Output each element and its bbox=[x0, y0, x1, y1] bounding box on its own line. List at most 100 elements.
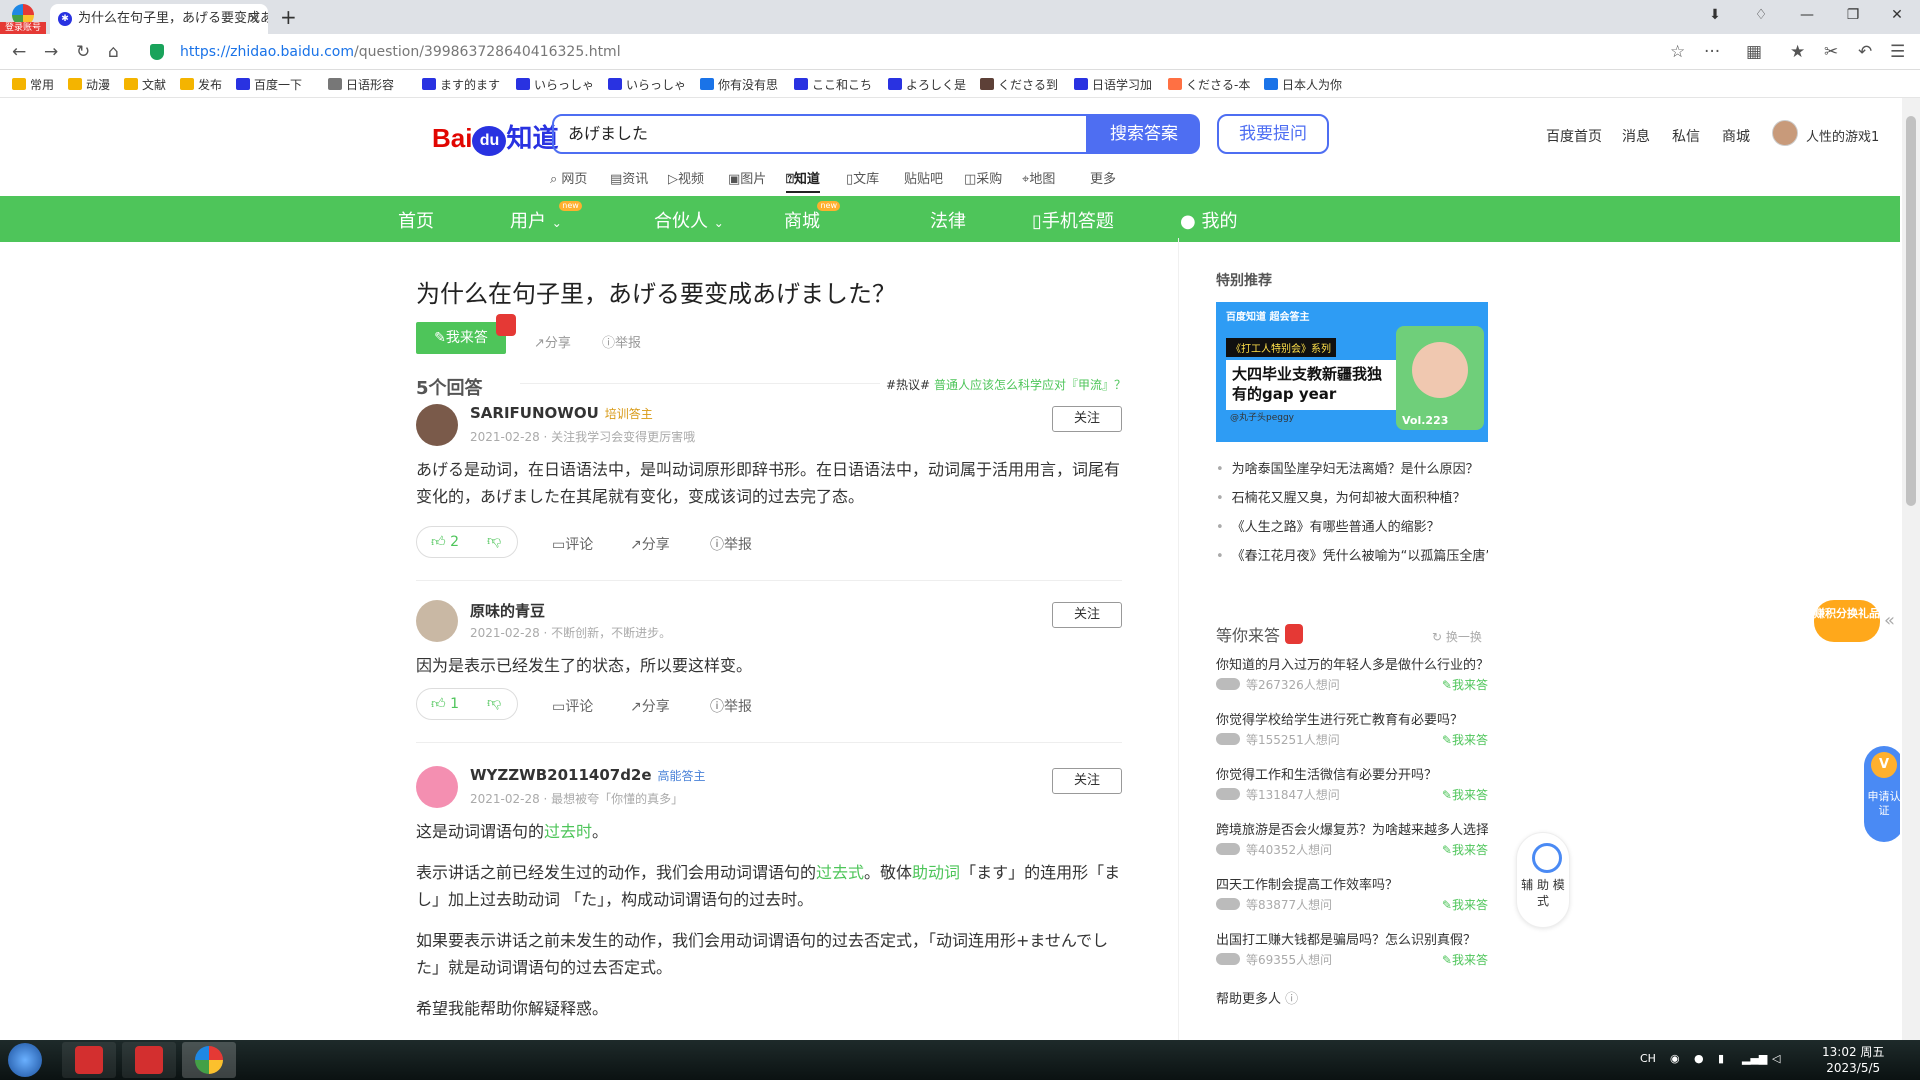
share-button[interactable]: ↗分享 bbox=[630, 696, 670, 716]
comment-button[interactable]: ▭评论 bbox=[552, 696, 593, 716]
bookmark-item[interactable]: くださる-本 bbox=[1168, 76, 1250, 94]
bookmark-item[interactable]: いらっしゃ bbox=[608, 76, 686, 94]
nav-mobile-answer[interactable]: ▯手机答题 bbox=[1032, 207, 1114, 233]
waiting-question[interactable]: 你觉得工作和生活微信有必要分开吗？ bbox=[1216, 764, 1488, 783]
bookmark-item[interactable]: 百度一下 bbox=[236, 76, 302, 94]
hot-topic[interactable]: #热议# 普通人应该怎么科学应对『甲流』？ bbox=[886, 376, 1126, 393]
answer-link[interactable]: ✎我来答 bbox=[1442, 951, 1488, 968]
thumb-down-icon[interactable]: 👎︎ bbox=[487, 532, 501, 549]
waiting-question[interactable]: 跨境旅游是否会火爆复苏？为啥越来越多人选择？ bbox=[1216, 819, 1488, 838]
nav-user[interactable]: 用户 new ⌄ bbox=[510, 201, 582, 233]
keyword-link[interactable]: 过去式 bbox=[816, 863, 864, 882]
url-field[interactable]: https://zhidao.baidu.com/question/399863… bbox=[150, 38, 1690, 66]
waiting-item[interactable]: 你觉得学校给学生进行死亡教育有必要吗？ 等155251人想问 ✎我来答 bbox=[1216, 709, 1488, 747]
close-window-icon[interactable]: ✕ bbox=[1874, 0, 1920, 30]
bookmark-item[interactable]: 动漫 bbox=[68, 76, 110, 94]
answer-link[interactable]: ✎我来答 bbox=[1442, 786, 1488, 803]
recommend-item[interactable]: 《春江花月夜》凭什么被喻为“以孤篇压全唐”？ bbox=[1216, 545, 1488, 564]
subnav-news[interactable]: ▤资讯 bbox=[610, 168, 648, 187]
search-input[interactable]: あげました bbox=[552, 114, 1088, 154]
report-question[interactable]: ⓘ举报 bbox=[602, 332, 641, 351]
volume-icon[interactable]: ◁ bbox=[1772, 1052, 1780, 1065]
clock[interactable]: 13:02 周五 2023/5/5 bbox=[1822, 1044, 1884, 1076]
subnav-tieba[interactable]: 贴贴吧 bbox=[904, 168, 943, 187]
download-icon[interactable]: ⬇ bbox=[1692, 0, 1738, 30]
report-button[interactable]: ⓘ举报 bbox=[710, 696, 752, 716]
recommend-item[interactable]: 石楠花又腥又臭，为何却被大面积种植？ bbox=[1216, 487, 1488, 506]
subnav-map[interactable]: ⌖地图 bbox=[1022, 168, 1055, 187]
wechat-icon[interactable]: ◉ bbox=[1670, 1052, 1680, 1065]
assist-mode-button[interactable]: 辅 助 模 式 bbox=[1516, 832, 1570, 928]
answer-link[interactable]: ✎我来答 bbox=[1442, 731, 1488, 748]
bookmark-item[interactable]: ます的ます bbox=[422, 76, 500, 94]
waiting-question[interactable]: 你知道的月入过万的年轻人多是做什么行业的？ bbox=[1216, 654, 1488, 673]
minimize-icon[interactable]: — bbox=[1784, 0, 1830, 30]
start-button[interactable] bbox=[8, 1043, 42, 1077]
subnav-zhidao[interactable]: ⍰知道 bbox=[786, 168, 820, 193]
like-button[interactable]: 👍︎ 2 bbox=[431, 533, 459, 550]
favorites-icon[interactable]: ★ bbox=[1790, 42, 1805, 62]
forward-icon[interactable]: → bbox=[44, 42, 58, 62]
reload-icon[interactable]: ↻ bbox=[76, 42, 90, 62]
baidu-zhidao-logo[interactable]: Bai du 知道 bbox=[432, 118, 558, 156]
share-button[interactable]: ↗分享 bbox=[630, 534, 670, 554]
report-button[interactable]: ⓘ举报 bbox=[710, 534, 752, 554]
home-icon[interactable]: ⌂ bbox=[108, 42, 119, 62]
collapse-icon[interactable]: « bbox=[1884, 610, 1895, 631]
nav-home[interactable]: 首页 bbox=[398, 207, 434, 233]
waiting-question[interactable]: 你觉得学校给学生进行死亡教育有必要吗？ bbox=[1216, 709, 1488, 728]
comment-button[interactable]: ▭评论 bbox=[552, 534, 593, 554]
shirt-skin-icon[interactable]: ♢ bbox=[1738, 0, 1784, 30]
private-msg-link[interactable]: 私信 bbox=[1672, 126, 1700, 146]
follow-button[interactable]: 关注 bbox=[1052, 406, 1122, 432]
recommend-item[interactable]: 为啥泰国坠崖孕妇无法离婚？是什么原因？ bbox=[1216, 458, 1488, 477]
answer-link[interactable]: ✎我来答 bbox=[1442, 896, 1488, 913]
scrollbar[interactable] bbox=[1902, 98, 1920, 1040]
promo-banner[interactable]: 百度知道 超会答主 《打工人特别会》系列 大四毕业支教新疆我独有的gap yea… bbox=[1216, 302, 1488, 442]
help-more-link[interactable]: 帮助更多人 ⓘ bbox=[1216, 988, 1298, 1007]
nav-law[interactable]: 法律 bbox=[930, 207, 966, 233]
ime-indicator[interactable]: CH bbox=[1640, 1052, 1656, 1065]
waiting-question[interactable]: 四天工作制会提高工作效率吗？ bbox=[1216, 874, 1488, 893]
keyword-link[interactable]: 助动词 bbox=[912, 863, 960, 882]
restore-icon[interactable]: ❐ bbox=[1830, 0, 1876, 30]
avatar[interactable] bbox=[416, 600, 458, 642]
subnav-purchase[interactable]: ◫采购 bbox=[964, 168, 1002, 187]
tools-icon[interactable]: ✂ bbox=[1824, 42, 1838, 62]
like-button[interactable]: 👍︎ 1 bbox=[431, 695, 459, 712]
nav-mall[interactable]: 商城 new bbox=[784, 201, 840, 233]
baidu-home-link[interactable]: 百度首页 bbox=[1546, 126, 1602, 146]
thumb-down-icon[interactable]: 👎︎ bbox=[487, 694, 501, 711]
subnav-web[interactable]: ⌕ 网页 bbox=[550, 168, 587, 187]
search-answer-button[interactable]: 搜索答案 bbox=[1088, 114, 1200, 154]
browser-profile-badge[interactable]: 登录账号 bbox=[0, 0, 46, 34]
new-tab-icon[interactable]: + bbox=[280, 4, 297, 30]
waiting-item[interactable]: 出国打工赚大钱都是骗局吗？怎么识别真假？ 等69355人想问 ✎我来答 bbox=[1216, 929, 1488, 967]
answer-username[interactable]: WYZZWB2011407d2e 高能答主 bbox=[470, 766, 706, 784]
keyword-link[interactable]: 过去时 bbox=[544, 822, 592, 841]
active-tab[interactable]: ✱ 为什么在句子里，あげる要变成あげました？ ✕ bbox=[50, 4, 268, 34]
waiting-question[interactable]: 出国打工赚大钱都是骗局吗？怎么识别真假？ bbox=[1216, 929, 1488, 948]
waiting-item[interactable]: 跨境旅游是否会火爆复苏？为啥越来越多人选择？ 等40352人想问 ✎我来答 bbox=[1216, 819, 1488, 857]
share-question[interactable]: ↗分享 bbox=[534, 332, 571, 351]
network-icon[interactable]: ▮ bbox=[1718, 1052, 1724, 1065]
more-dots-icon[interactable]: ··· bbox=[1704, 42, 1720, 62]
certify-button[interactable]: 申请认证 bbox=[1864, 746, 1900, 842]
subnav-more[interactable]: 更多 bbox=[1090, 168, 1116, 187]
tray-app-icon[interactable]: ● bbox=[1694, 1052, 1704, 1065]
apps-grid-icon[interactable]: ▦ bbox=[1746, 42, 1762, 62]
bookmark-item[interactable]: 常用 bbox=[12, 76, 54, 94]
waiting-item[interactable]: 你知道的月入过万的年轻人多是做什么行业的？ 等267326人想问 ✎我来答 bbox=[1216, 654, 1488, 692]
swap-button[interactable]: ↻ 换一换 bbox=[1432, 628, 1482, 645]
avatar[interactable] bbox=[416, 766, 458, 808]
subnav-wenku[interactable]: ▯文库 bbox=[846, 168, 879, 187]
messages-link[interactable]: 消息 bbox=[1622, 126, 1650, 146]
subnav-image[interactable]: ▣图片 bbox=[728, 168, 766, 187]
star-icon[interactable]: ☆ bbox=[1670, 42, 1685, 62]
bookmark-item[interactable]: 你有没有思 bbox=[700, 76, 778, 94]
bookmark-item[interactable]: 日语形容 bbox=[328, 76, 394, 94]
waiting-item[interactable]: 四天工作制会提高工作效率吗？ 等83877人想问 ✎我来答 bbox=[1216, 874, 1488, 912]
nav-partner[interactable]: 合伙人 ⌄ bbox=[654, 207, 724, 233]
ask-question-button[interactable]: 我要提问 bbox=[1217, 114, 1329, 154]
answer-link[interactable]: ✎我来答 bbox=[1442, 841, 1488, 858]
